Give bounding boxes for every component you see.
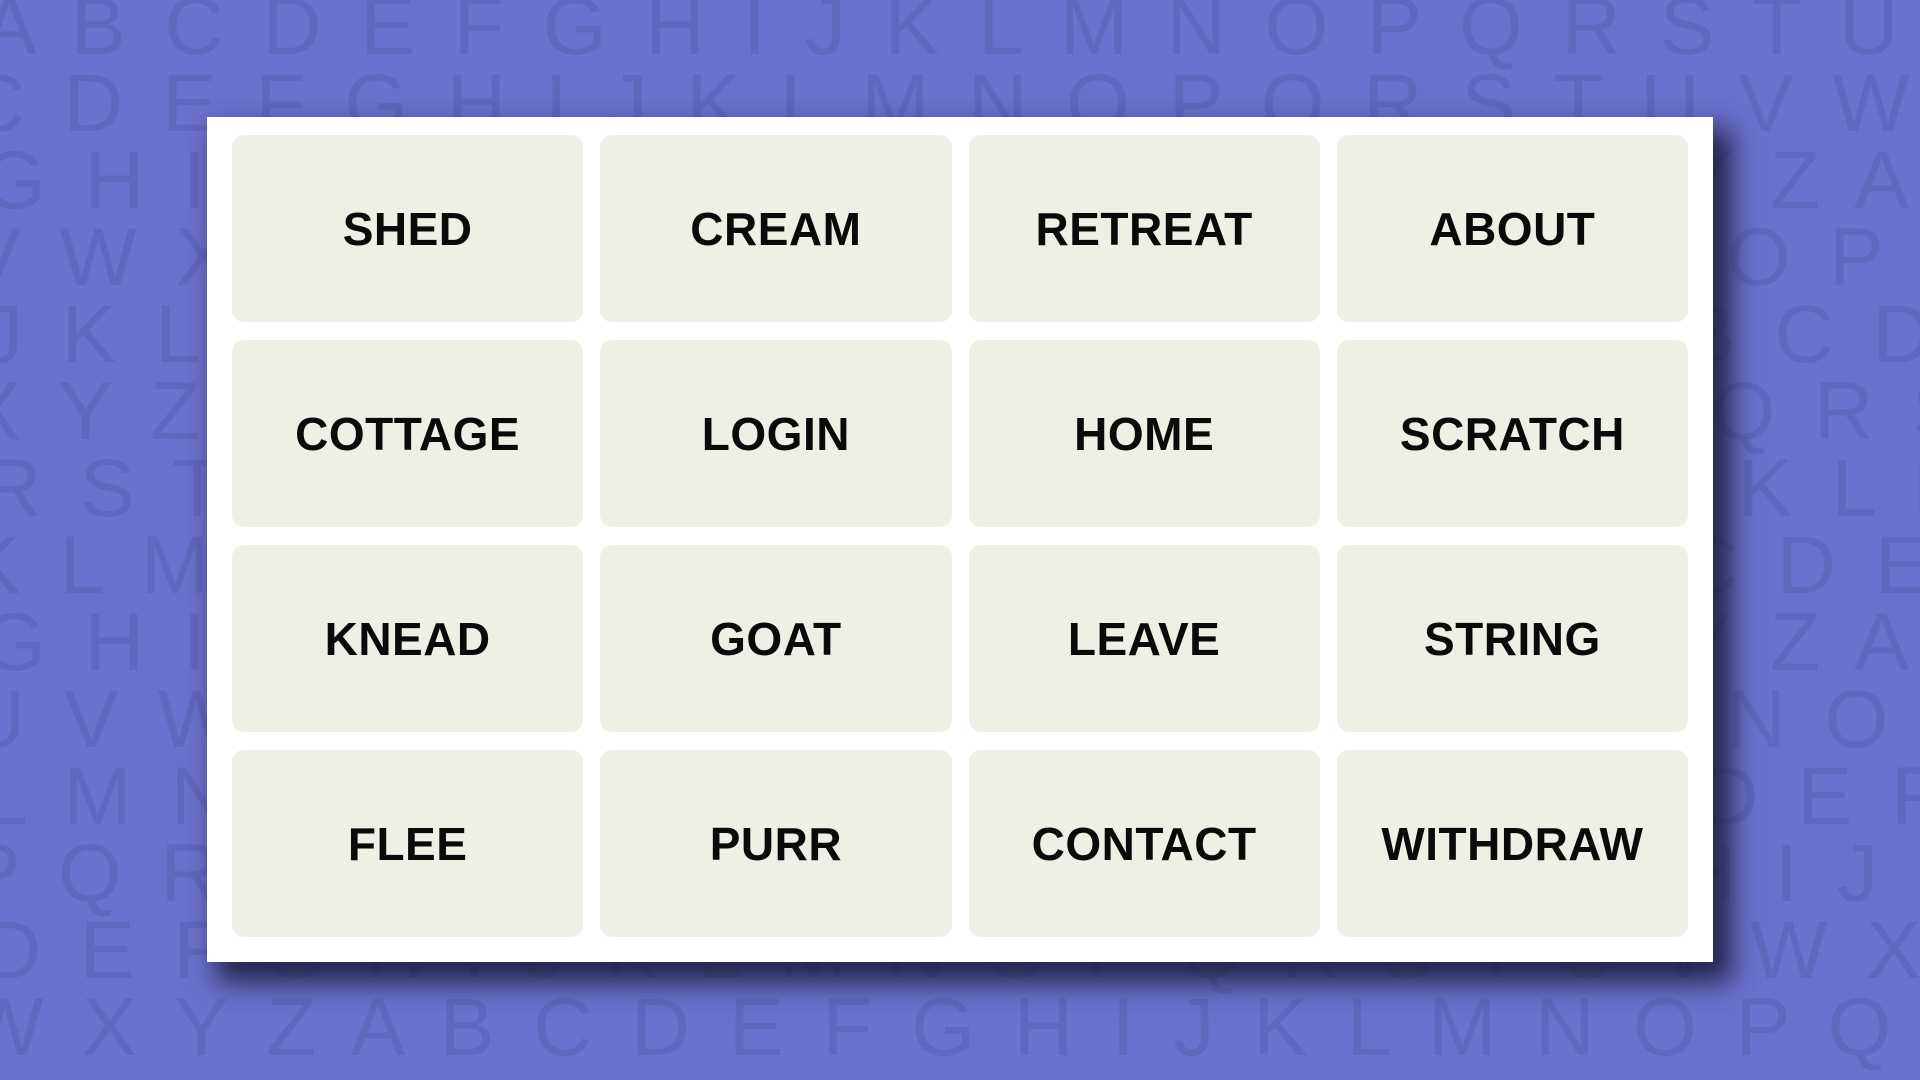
word-tile-label: HOME: [1074, 407, 1215, 460]
background-pattern-row: A B C D E F G H I J K L M N O P Q R S T …: [0, 0, 1920, 72]
word-tile[interactable]: STRING: [1336, 545, 1688, 732]
word-tile-label: GOAT: [710, 612, 842, 665]
word-tile-label: SHED: [342, 202, 473, 255]
app-root: A B C D E F G H I J K L M N O P Q R S T …: [0, 0, 1920, 1080]
word-grid: SHED CREAM RETREAT ABOUT COTTAGE LOGIN HOME SCR…: [232, 135, 1688, 937]
word-tile-label: WITHDRAW: [1381, 817, 1644, 870]
word-tile[interactable]: RETREAT: [968, 135, 1320, 322]
word-tile-label: RETREAT: [1035, 202, 1253, 255]
word-tile[interactable]: LEAVE: [968, 545, 1320, 732]
word-tile[interactable]: CREAM: [600, 135, 952, 322]
word-tile[interactable]: CONTACT: [968, 750, 1320, 937]
word-tile-label: CREAM: [690, 202, 862, 255]
word-tile[interactable]: KNEAD: [232, 545, 584, 732]
word-tile-label: PURR: [709, 817, 843, 870]
word-tile[interactable]: SHED: [232, 135, 584, 322]
word-tile-label: COTTAGE: [295, 407, 521, 460]
word-tile[interactable]: COTTAGE: [232, 340, 584, 527]
word-tile-label: LOGIN: [701, 407, 850, 460]
word-tile[interactable]: PURR: [600, 750, 952, 937]
word-tile[interactable]: FLEE: [232, 750, 584, 937]
background-pattern-row: W X Y Z A B C D E F G H I J K L M N O P …: [0, 982, 1920, 1073]
word-tile-label: KNEAD: [324, 612, 491, 665]
word-tile[interactable]: GOAT: [600, 545, 952, 732]
word-tile-label: SCRATCH: [1399, 407, 1625, 460]
word-tile[interactable]: ABOUT: [1336, 135, 1688, 322]
word-tile-label: LEAVE: [1067, 612, 1221, 665]
word-tile[interactable]: WITHDRAW: [1336, 750, 1688, 937]
word-tile[interactable]: SCRATCH: [1336, 340, 1688, 527]
word-tile-label: FLEE: [347, 817, 468, 870]
word-tile-label: ABOUT: [1429, 202, 1596, 255]
word-tile-label: STRING: [1423, 612, 1601, 665]
word-tile-label: CONTACT: [1031, 817, 1257, 870]
word-tile[interactable]: HOME: [968, 340, 1320, 527]
word-tile[interactable]: LOGIN: [600, 340, 952, 527]
word-game-card: SHED CREAM RETREAT ABOUT COTTAGE LOGIN HOME SCR…: [207, 117, 1713, 962]
